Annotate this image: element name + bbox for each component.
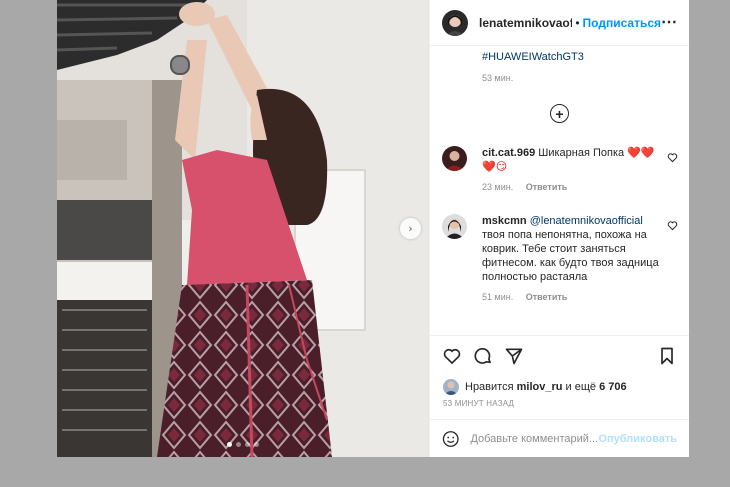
reply-button[interactable]: Ответить	[526, 182, 568, 192]
reply-button[interactable]: Ответить	[526, 292, 568, 302]
comment-time: 51 мин.	[482, 292, 514, 302]
liker-avatar	[443, 379, 459, 395]
carousel-dot	[236, 442, 241, 447]
bookmark-icon[interactable]	[657, 346, 677, 366]
caption-hashtag[interactable]: #HUAWEIWatchGT3	[482, 51, 584, 63]
more-options-icon[interactable]: ⋯	[661, 14, 677, 31]
comment-mention[interactable]: @lenatemnikovaofficial	[530, 215, 643, 227]
post-modal: › lenatemnikovaofficial • Подписаться ⋯ …	[57, 0, 689, 457]
post-sidebar: lenatemnikovaofficial • Подписаться ⋯ #H…	[429, 0, 689, 457]
comments-list: #HUAWEIWatchGT3 53 мин. + cit.cat.969 Ши…	[430, 46, 689, 335]
heart-icon[interactable]	[442, 346, 462, 366]
commenter-avatar[interactable]	[442, 146, 467, 171]
publish-button[interactable]: Опубликовать	[598, 433, 677, 445]
comment-text: Шикарная Попка	[538, 147, 625, 159]
header-separator: •	[575, 15, 580, 30]
comment-text: твоя попа непонятна, похожа на коврик. Т…	[482, 229, 659, 283]
liker-username[interactable]: milov_ru	[517, 381, 563, 393]
author-avatar[interactable]	[442, 9, 468, 36]
plus-circle-icon[interactable]: +	[550, 104, 569, 123]
carousel-dot	[245, 442, 250, 447]
heart-icon[interactable]	[667, 152, 678, 163]
add-comment-bar: Опубликовать	[430, 419, 689, 457]
post-date: 53 МИНУТ НАЗАД	[443, 399, 515, 408]
carousel-dot	[254, 442, 259, 447]
post-actions	[430, 335, 689, 375]
post-header: lenatemnikovaofficial • Подписаться ⋯	[430, 0, 689, 46]
likes-and: и ещё	[565, 381, 597, 393]
likes-summary[interactable]: Нравится milov_ru и ещё 6 706	[430, 375, 689, 399]
comment-item: mskcmn @lenatemnikovaofficial твоя попа …	[442, 214, 678, 302]
comment-time: 23 мин.	[482, 182, 514, 192]
caption-time: 53 мин.	[482, 73, 514, 83]
heart-icon[interactable]	[667, 220, 678, 231]
comment-username[interactable]: mskcmn	[482, 215, 527, 227]
post-photo[interactable]: ›	[57, 0, 429, 457]
comment-input[interactable]	[470, 432, 599, 445]
commenter-avatar[interactable]	[442, 214, 467, 239]
follow-button[interactable]: Подписаться	[583, 16, 661, 30]
likes-count[interactable]: 6 706	[599, 381, 627, 393]
next-photo-button[interactable]: ›	[400, 218, 421, 239]
photo-illustration	[57, 0, 429, 457]
comment-username[interactable]: cit.cat.969	[482, 147, 535, 159]
carousel-indicator	[57, 442, 429, 447]
comment-icon[interactable]	[473, 346, 493, 366]
chevron-right-icon: ›	[408, 222, 413, 235]
author-username[interactable]: lenatemnikovaofficial	[479, 16, 572, 30]
share-icon[interactable]	[504, 346, 524, 366]
smile-icon[interactable]	[442, 430, 459, 448]
comment-item: cit.cat.969 Шикарная Попка ❤️❤️❤️😏 23 ми…	[442, 146, 678, 192]
likes-prefix: Нравится	[465, 381, 514, 393]
carousel-dot	[227, 442, 232, 447]
